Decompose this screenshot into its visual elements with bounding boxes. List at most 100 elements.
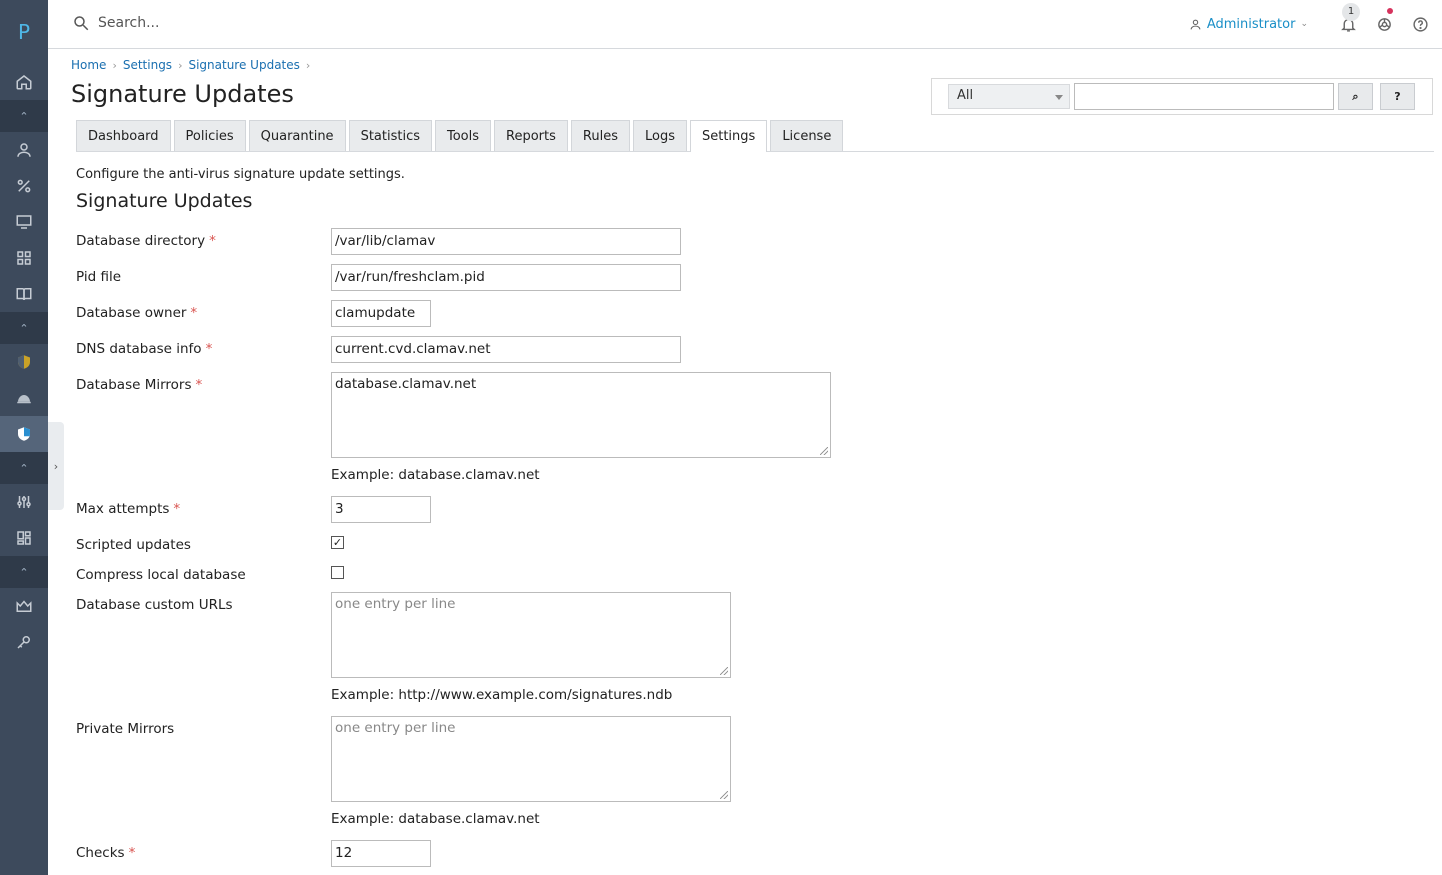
sliders-icon [17,496,31,508]
search-input[interactable]: Search... [98,15,159,31]
sidebar-item-layout[interactable] [0,520,48,556]
caret-down-icon [1055,95,1063,100]
tab-quarantine[interactable]: Quarantine [248,120,346,151]
tab-reports[interactable]: Reports [494,120,568,151]
tab-rules[interactable]: Rules [570,120,630,151]
checks-field[interactable]: 12 [331,840,431,867]
search-scope-select[interactable]: All [948,84,1070,109]
key-icon [17,636,30,649]
notifications-button[interactable]: 1 [1330,2,1366,33]
mirrors-label: Database Mirrors * [76,377,203,393]
db-dir-field[interactable]: /var/lib/clamav [331,228,681,255]
chevron-up-icon: ⌃ [19,461,29,475]
sidebar-item-docs[interactable] [0,276,48,312]
tab-logs[interactable]: Logs [632,120,687,151]
section-title: Signature Updates [76,190,253,212]
user-menu[interactable]: Administrator ⌄ [1189,17,1308,32]
chevron-up-icon: ⌃ [19,321,29,335]
user-name: Administrator [1206,16,1296,32]
sidebar-group-toggle[interactable]: ⌃ [0,100,48,132]
sidebar-item-users[interactable] [0,132,48,168]
help-icon [1412,16,1428,32]
sidebar-item-percent[interactable] [0,168,48,204]
sidebar-item-protection[interactable] [0,344,48,380]
dns-field[interactable]: current.cvd.clamav.net [331,336,681,363]
list-search-box: All ⌕ ? [931,78,1433,115]
sidebar-item-settings[interactable] [0,484,48,520]
owner-field[interactable]: clamupdate [331,300,431,327]
breadcrumb-signature-updates[interactable]: Signature Updates [188,58,299,72]
search-icon: ⌕ [1352,89,1359,103]
tab-statistics[interactable]: Statistics [348,120,432,151]
resize-handle[interactable] [720,667,728,675]
page-title: Signature Updates [71,80,294,108]
custom-urls-label: Database custom URLs [76,597,233,613]
chevron-right-icon: › [112,58,117,72]
checks-label: Checks * [76,845,136,861]
resize-handle[interactable] [820,447,828,455]
tab-dashboard[interactable]: Dashboard [76,120,171,151]
sidebar-item-apps[interactable] [0,240,48,276]
crown-icon [16,600,32,612]
sidebar-item-monitor[interactable] [0,204,48,240]
private-mirrors-textarea[interactable]: one entry per line [331,716,731,802]
layout-icon [17,531,31,545]
list-search-input[interactable] [1074,83,1334,110]
sidebar-expand-handle[interactable]: › [48,422,64,510]
help-label: ? [1394,90,1401,103]
chevron-up-icon: ⌃ [19,565,29,579]
sidebar-item-keys[interactable] [0,624,48,660]
topbar: Search... Administrator ⌄ 1 [48,0,1442,49]
sidebar-group-toggle[interactable]: ⌃ [0,452,48,484]
chevron-down-icon: ⌄ [1300,19,1308,29]
dns-label: DNS database info * [76,341,213,357]
private-mirrors-hint: Example: database.clamav.net [331,811,540,827]
mirrors-textarea[interactable]: database.clamav.net [331,372,831,458]
private-mirrors-label: Private Mirrors [76,721,175,737]
tab-policies[interactable]: Policies [173,120,246,151]
help-button[interactable] [1402,16,1438,33]
chevron-right-icon: › [305,58,311,72]
apps-icon [17,251,31,265]
mirrors-value: database.clamav.net [335,376,477,392]
custom-urls-textarea[interactable]: one entry per line [331,592,731,678]
db-dir-label: Database directory * [76,233,216,249]
home-icon [16,75,32,90]
breadcrumb-settings[interactable]: Settings [123,58,172,72]
sidebar-item-antivirus[interactable] [0,416,48,452]
extensions-button[interactable] [1366,7,1402,33]
checkmark-icon: ✓ [332,536,343,549]
global-search[interactable]: Search... [72,14,159,32]
tab-tools[interactable]: Tools [435,120,492,151]
tab-settings[interactable]: Settings [689,120,768,152]
max-attempts-field[interactable]: 3 [331,496,431,523]
sidebar-item-license[interactable] [0,588,48,624]
sidebar: P ⌃ ⌃ ⌃ ⌃ [0,0,48,875]
page-description: Configure the anti-virus signature updat… [76,167,405,182]
resize-handle[interactable] [720,791,728,799]
shield-check-icon [18,427,30,441]
monitor-icon [16,215,32,229]
shield-icon [18,355,30,369]
search-button[interactable]: ⌕ [1338,83,1373,110]
search-icon [74,16,89,31]
user-icon [1190,19,1201,29]
scripted-label: Scripted updates [76,537,191,553]
breadcrumb-home[interactable]: Home [71,58,106,72]
tab-license[interactable]: License [770,120,844,151]
max-attempts-label: Max attempts * [76,501,181,517]
chevron-right-icon: › [53,459,59,473]
scripted-checkbox[interactable]: ✓ [331,536,344,549]
notification-count-badge: 1 [1342,2,1360,21]
user-icon [17,143,31,157]
private-mirrors-placeholder: one entry per line [335,720,456,736]
help-search-button[interactable]: ? [1380,83,1415,110]
compress-checkbox[interactable] [331,566,344,579]
pid-field[interactable]: /var/run/freshclam.pid [331,264,681,291]
sidebar-group-toggle[interactable]: ⌃ [0,556,48,588]
mirrors-hint: Example: database.clamav.net [331,467,540,483]
sidebar-item-home[interactable] [0,64,48,100]
app-logo[interactable]: P [0,0,48,64]
sidebar-group-toggle[interactable]: ⌃ [0,312,48,344]
sidebar-item-helmet[interactable] [0,380,48,416]
